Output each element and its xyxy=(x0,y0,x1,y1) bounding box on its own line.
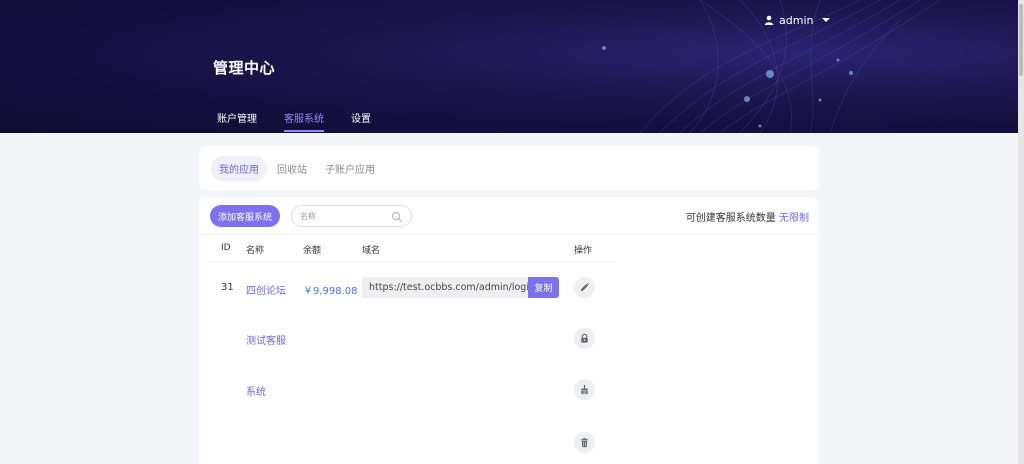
header-banner: admin 管理中心 账户管理 客服系统 设置 xyxy=(0,0,1018,133)
tab-account-management[interactable]: 账户管理 xyxy=(217,110,257,132)
lock-button[interactable] xyxy=(574,328,595,349)
pencil-icon xyxy=(580,282,590,292)
row-name-link[interactable]: 测试客服 xyxy=(246,332,286,347)
row-name-link[interactable]: 系统 xyxy=(246,383,266,398)
search-input[interactable] xyxy=(300,211,390,221)
quota-info: 可创建客服系统数量 无限制 xyxy=(686,209,809,224)
subtab-my-apps[interactable]: 我的应用 xyxy=(211,155,267,181)
column-header-domain: 域名 xyxy=(362,246,381,256)
column-header-id: ID xyxy=(221,243,231,253)
subtabs-card: 我的应用 回收站 子账户应用 xyxy=(199,146,819,190)
clean-button[interactable] xyxy=(574,379,595,400)
header-divider xyxy=(209,261,614,262)
divider xyxy=(199,234,819,235)
column-header-balance: 余额 xyxy=(303,246,322,256)
column-header-name: 名称 xyxy=(246,246,265,256)
subtab-recycle-bin[interactable]: 回收站 xyxy=(269,156,315,181)
quota-value: 无限制 xyxy=(779,213,809,224)
apps-card: 添加客服系统 可创建客服系统数量 无限制 ID 名称 余额 域名 操作 31 四… xyxy=(199,197,819,464)
tab-settings[interactable]: 设置 xyxy=(351,110,371,132)
row-id: 31 xyxy=(221,282,234,293)
subtab-sub-account-apps[interactable]: 子账户应用 xyxy=(317,156,383,181)
search-icon[interactable] xyxy=(391,211,403,223)
trash-icon xyxy=(581,438,588,448)
quota-label: 可创建客服系统数量 xyxy=(685,213,776,224)
user-menu[interactable]: admin xyxy=(764,13,831,27)
page-title: 管理中心 xyxy=(213,59,276,77)
lock-icon xyxy=(581,333,588,343)
user-name: admin xyxy=(779,13,814,27)
broom-icon xyxy=(581,384,588,395)
copy-button[interactable]: 复制 xyxy=(528,277,559,298)
row-balance: ￥9,998.08 xyxy=(303,286,358,297)
search-box xyxy=(291,205,412,227)
add-system-button[interactable]: 添加客服系统 xyxy=(210,205,280,227)
user-icon xyxy=(764,15,774,25)
domain-field[interactable]: https://test.ocbbs.com/admin/login/ind xyxy=(362,277,528,298)
edit-button[interactable] xyxy=(574,277,595,298)
chevron-down-icon xyxy=(822,18,831,22)
column-header-actions: 操作 xyxy=(574,246,593,256)
scrollbar-thumb[interactable] xyxy=(1019,4,1023,76)
delete-button[interactable] xyxy=(574,432,595,453)
tab-customer-service-system[interactable]: 客服系统 xyxy=(284,110,324,132)
top-nav: 账户管理 客服系统 设置 xyxy=(217,110,398,132)
network-decoration xyxy=(602,0,941,133)
row-name-link[interactable]: 四创论坛 xyxy=(246,282,286,297)
